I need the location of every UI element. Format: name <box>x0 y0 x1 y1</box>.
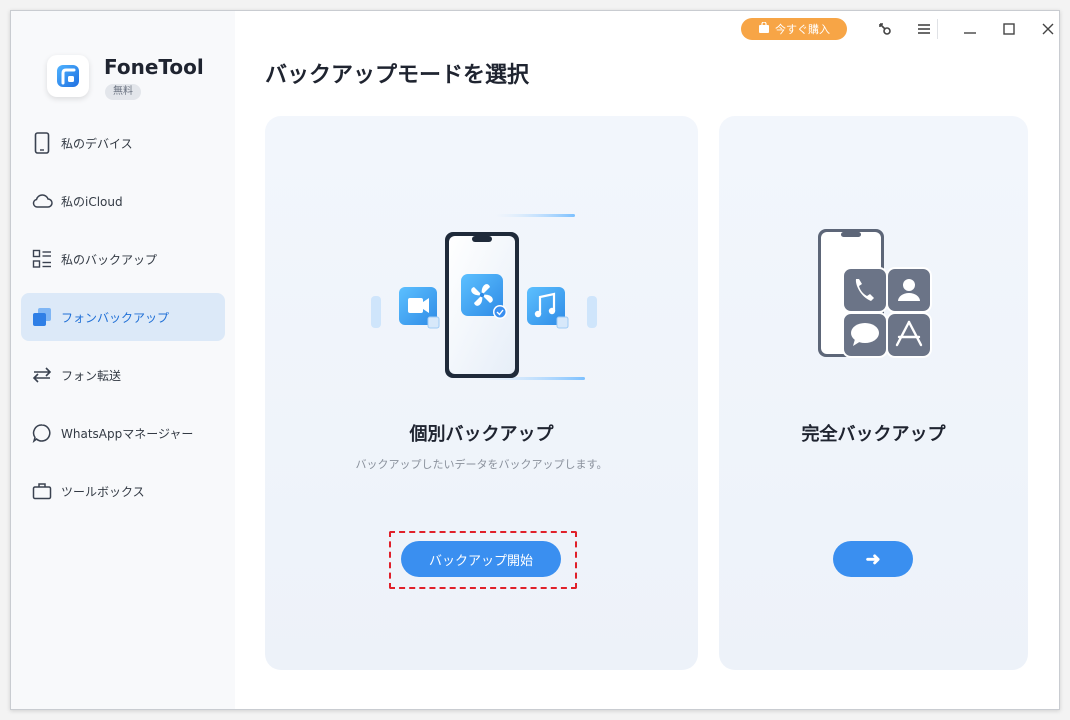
app-name: FoneTool <box>104 55 204 79</box>
toolbox-icon <box>31 480 53 502</box>
full-backup-card[interactable]: 完全バックアップ ➜ <box>719 116 1028 670</box>
backup-icon <box>31 306 53 328</box>
close-icon[interactable] <box>1039 20 1057 38</box>
buy-now-button[interactable]: 今すぐ購入 <box>741 18 847 40</box>
sidebar-item-label: WhatsAppマネージャー <box>61 426 194 441</box>
brand: FoneTool 無料 <box>47 55 227 101</box>
sidebar-item-label: フォンバックアップ <box>61 310 170 325</box>
arrow-right-icon: ➜ <box>865 548 881 569</box>
minimize-icon[interactable] <box>961 20 979 38</box>
sidebar-item-whatsapp-manager[interactable]: WhatsAppマネージャー <box>21 409 225 457</box>
selective-backup-illustration <box>371 214 597 380</box>
selective-backup-card[interactable]: 個別バックアップ バックアップしたいデータをバックアップします。 バックアップ開… <box>265 116 698 670</box>
sidebar: FoneTool 無料 私のデバイス 私のiCloud 私のバックアップ フォン… <box>11 11 235 709</box>
menu-icon[interactable] <box>915 20 933 38</box>
sidebar-item-label: フォン転送 <box>61 368 122 383</box>
sidebar-item-my-icloud[interactable]: 私のiCloud <box>21 177 225 225</box>
maximize-icon[interactable] <box>1000 20 1018 38</box>
key-icon[interactable] <box>876 20 894 38</box>
sidebar-item-my-backup[interactable]: 私のバックアップ <box>21 235 225 283</box>
cloud-icon <box>31 190 53 212</box>
start-backup-button[interactable]: バックアップ開始 <box>401 541 561 577</box>
transfer-icon <box>31 364 53 386</box>
title-bar: 今すぐ購入 <box>719 11 1059 47</box>
chat-icon <box>31 422 53 444</box>
full-backup-illustration <box>818 229 932 358</box>
sidebar-item-phone-backup[interactable]: フォンバックアップ <box>21 293 225 341</box>
page-title: バックアップモードを選択 <box>265 63 530 88</box>
sidebar-item-label: ツールボックス <box>61 484 145 499</box>
app-window: FoneTool 無料 私のデバイス 私のiCloud 私のバックアップ フォン… <box>10 10 1060 710</box>
sidebar-item-toolbox[interactable]: ツールボックス <box>21 467 225 515</box>
sidebar-item-phone-transfer[interactable]: フォン転送 <box>21 351 225 399</box>
app-logo-icon <box>47 55 89 97</box>
phone-icon <box>31 132 53 154</box>
cart-icon <box>758 20 770 37</box>
full-backup-title: 完全バックアップ <box>801 424 946 445</box>
sidebar-item-label: 私のiCloud <box>61 194 123 209</box>
license-badge: 無料 <box>105 84 141 100</box>
selective-backup-description: バックアップしたいデータをバックアップします。 <box>355 458 608 471</box>
list-icon <box>31 248 53 270</box>
sidebar-item-my-device[interactable]: 私のデバイス <box>21 119 225 167</box>
titlebar-separator <box>937 19 938 39</box>
sidebar-item-label: 私のバックアップ <box>61 252 158 267</box>
buy-now-label: 今すぐ購入 <box>775 24 830 36</box>
sidebar-item-label: 私のデバイス <box>61 136 133 151</box>
full-backup-next-button[interactable]: ➜ <box>833 541 913 577</box>
sidebar-nav: 私のデバイス 私のiCloud 私のバックアップ フォンバックアップ フォン転送… <box>21 119 225 525</box>
selective-backup-title: 個別バックアップ <box>409 424 554 445</box>
